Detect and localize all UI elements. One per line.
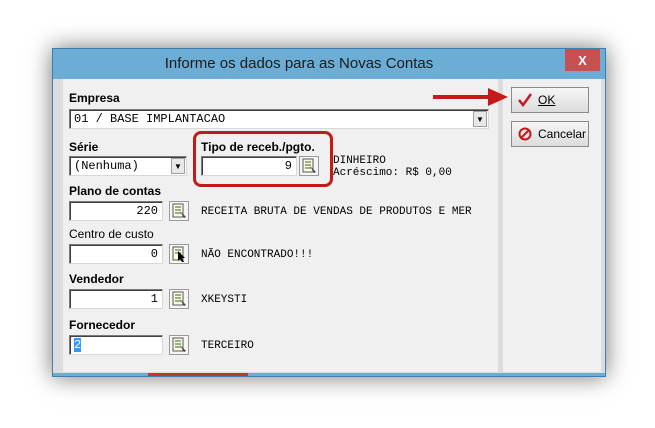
plano-label: Plano de contas (69, 184, 162, 198)
annotation-arrow-icon (433, 88, 508, 106)
bottom-border (53, 373, 605, 376)
empresa-select[interactable]: 01 / BASE IMPLANTACAO (69, 109, 489, 129)
cancel-label: Cancelar (538, 127, 587, 141)
serie-label: Série (69, 140, 99, 154)
fornecedor-selected-text: 2 (74, 338, 82, 352)
vendedor-input[interactable]: 1 (69, 289, 163, 309)
serie-select[interactable]: (Nenhuma) (69, 156, 187, 176)
ok-button[interactable]: OK (511, 87, 589, 113)
centro-input[interactable]: 0 (69, 244, 163, 264)
bottom-accent (148, 373, 248, 376)
lookup-document-icon (172, 291, 186, 306)
plano-input[interactable]: 220 (69, 201, 163, 221)
serie-chevron-down-icon[interactable]: ▼ (171, 158, 185, 174)
centro-lookup-button[interactable] (169, 244, 189, 264)
centro-label: Centro de custo (69, 227, 154, 241)
form-panel: Empresa 01 / BASE IMPLANTACAO ▼ Série (N… (63, 79, 498, 372)
fornecedor-label: Fornecedor (69, 318, 136, 332)
tipo-acrescimo: Acréscimo: R$ 0,00 (333, 167, 452, 179)
window-title: Informe os dados para as Novas Contas (164, 55, 434, 72)
lookup-document-icon (172, 246, 185, 262)
cancel-button[interactable]: Cancelar (511, 121, 589, 147)
lookup-document-icon (172, 203, 186, 218)
fornecedor-input[interactable]: 2 (69, 335, 163, 355)
vendedor-label: Vendedor (69, 272, 124, 286)
centro-description: NÃO ENCONTRADO!!! (201, 249, 314, 261)
plano-lookup-button[interactable] (169, 201, 189, 221)
ok-label: OK (538, 93, 556, 107)
vendedor-lookup-button[interactable] (169, 289, 189, 309)
tipo-description: DINHEIRO (333, 155, 386, 167)
cancel-icon (518, 127, 532, 141)
plano-description: RECEITA BRUTA DE VENDAS DE PRODUTOS E ME… (201, 206, 472, 218)
empresa-chevron-down-icon[interactable]: ▼ (473, 111, 487, 127)
title-bar[interactable]: Informe os dados para as Novas Contas X (53, 49, 605, 79)
annotation-highlight-box (193, 131, 333, 187)
vendedor-description: XKEYSTI (201, 294, 248, 306)
lookup-document-icon (172, 337, 186, 352)
fornecedor-lookup-button[interactable] (169, 335, 189, 355)
close-button[interactable]: X (565, 49, 600, 71)
dialog-window: Informe os dados para as Novas Contas X … (52, 48, 606, 377)
fornecedor-description: TERCEIRO (201, 340, 254, 352)
checkmark-icon (518, 93, 532, 107)
empresa-label: Empresa (69, 91, 120, 105)
action-panel: OK Cancelar (503, 79, 601, 372)
